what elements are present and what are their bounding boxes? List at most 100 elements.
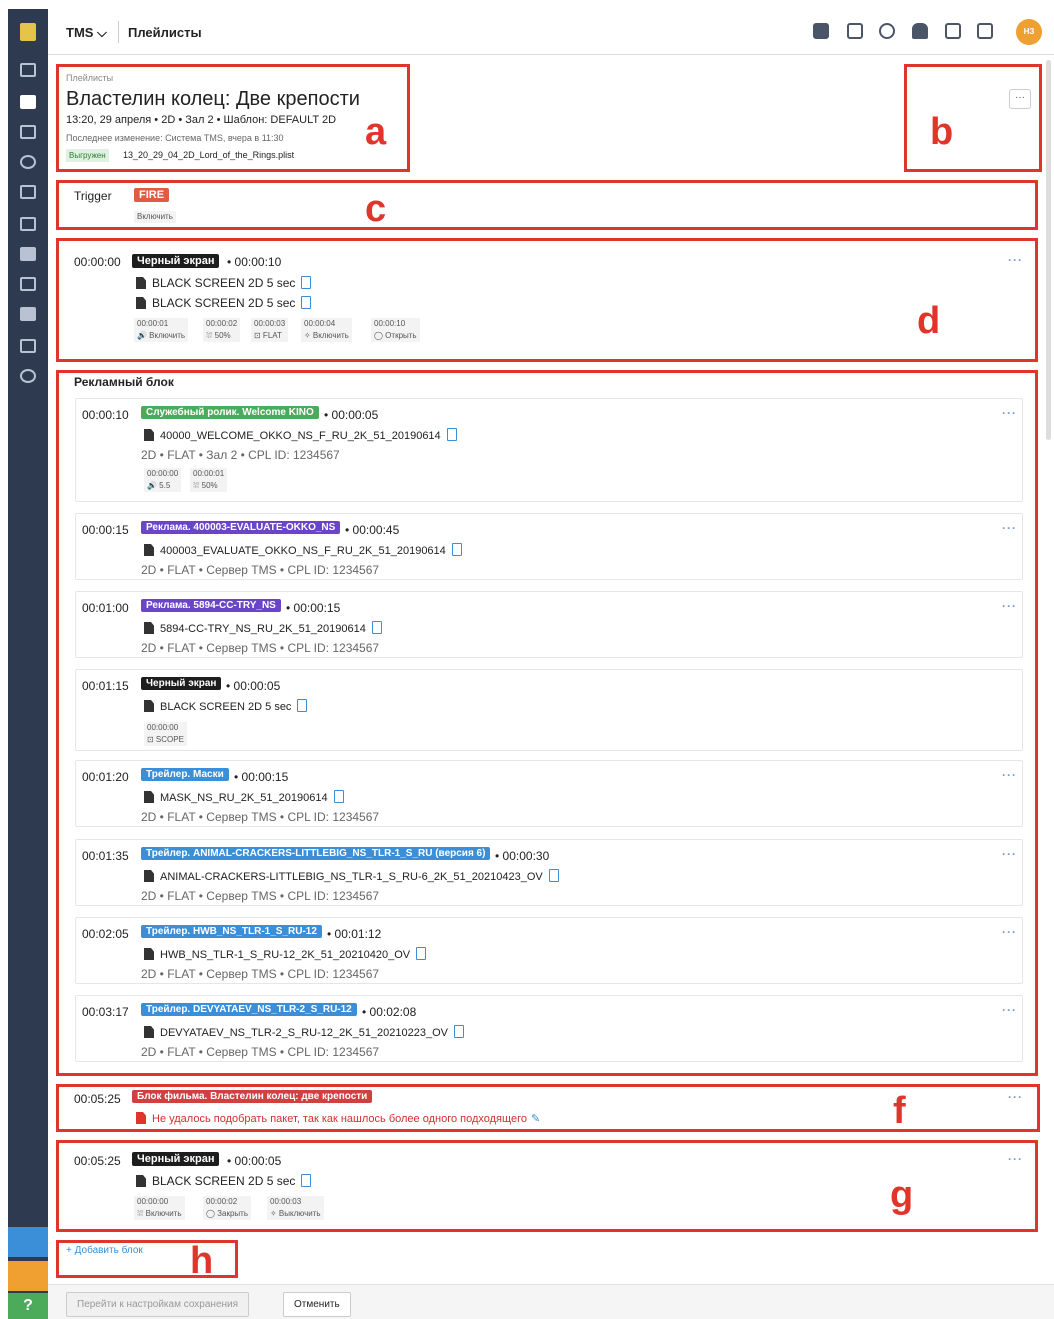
annotation-box-a — [56, 64, 410, 172]
trigger-action[interactable]: Включить — [134, 211, 176, 223]
rocket-icon[interactable] — [813, 23, 829, 39]
more-icon[interactable]: ··· — [1008, 1152, 1023, 1166]
error-text: Не удалось подобрать пакет, так как нашл… — [152, 1113, 527, 1125]
add-block-link[interactable]: + Добавить блок — [66, 1245, 143, 1256]
file-name: BLACK SCREEN 2D 5 sec — [152, 276, 296, 290]
cue-item[interactable]: 00:00:01 🔊 Включить — [134, 318, 189, 342]
tablet-icon[interactable] — [847, 23, 863, 39]
block-duration: • 00:00:05 — [227, 1154, 282, 1168]
avatar[interactable]: НЗ — [1016, 19, 1042, 45]
item-tag: Трейлер. HWB_NS_TLR-1_S_RU-12 — [141, 925, 322, 938]
bell-icon[interactable] — [912, 23, 928, 39]
playlist-icon[interactable] — [20, 95, 36, 109]
item-tag: Реклама. 5894-CC-TRY_NS — [141, 599, 281, 612]
more-icon[interactable]: ··· — [1002, 1003, 1017, 1017]
copy-icon[interactable] — [301, 296, 312, 309]
scrollbar[interactable] — [1046, 60, 1051, 440]
more-icon[interactable]: ··· — [1008, 1090, 1023, 1104]
more-icon[interactable]: ··· — [1002, 925, 1017, 939]
app-sidebar: ? — [8, 9, 48, 1319]
item-meta: 2D • FLAT • Сервер TMS • CPL ID: 1234567 — [141, 641, 380, 655]
block-duration: • 00:00:10 — [227, 255, 282, 269]
playlist-item-card[interactable]: 00:03:17 Трейлер. DEVYATAEV_NS_TLR-2_S_RU… — [75, 995, 1023, 1062]
save-settings-button[interactable]: Перейти к настройкам сохранения — [66, 1292, 250, 1317]
item-duration: • 00:00:30 — [495, 849, 550, 863]
playlist-item-card[interactable]: 00:01:20 Трейлер. Маски • 00:00:15 MASK_NS_… — [75, 760, 1023, 827]
copy-icon[interactable] — [301, 276, 312, 289]
more-icon[interactable]: ··· — [1002, 599, 1017, 613]
block-time: 00:00:00 — [74, 255, 121, 269]
annotation-box-b — [904, 64, 1042, 172]
file-icon — [144, 622, 154, 634]
bracket-icon[interactable] — [20, 339, 36, 353]
copy-icon[interactable] — [371, 621, 382, 634]
file-row: ANIMAL-CRACKERS-LITTLEBIG_NS_TLR-1_S_RU-… — [144, 869, 559, 883]
cue-item[interactable]: 00:00:00 ⊡ SCOPE — [144, 722, 187, 746]
item-meta: 2D • FLAT • Сервер TMS • CPL ID: 1234567 — [141, 889, 380, 903]
copy-icon[interactable] — [333, 790, 344, 803]
app-logo-icon[interactable] — [20, 23, 36, 41]
message-icon[interactable] — [977, 23, 993, 39]
copy-icon[interactable] — [416, 947, 427, 960]
cue-item[interactable]: 00:00:04 ✧ Включить — [301, 318, 352, 342]
file-icon — [144, 429, 154, 441]
annotation-letter-g: g — [890, 1174, 914, 1216]
cue-item[interactable]: 00:00:00 ⛆ Включить — [134, 1196, 185, 1220]
cue-item[interactable]: 00:00:02 ◯ Закрыть — [203, 1196, 251, 1220]
cancel-button[interactable]: Отменить — [283, 1292, 351, 1317]
item-meta: 2D • FLAT • Сервер TMS • CPL ID: 1234567 — [141, 563, 380, 577]
cue-item[interactable]: 00:00:01 ⛆ 50% — [190, 468, 228, 492]
copy-icon[interactable] — [297, 699, 308, 712]
film-icon[interactable] — [20, 277, 36, 291]
cue-item[interactable]: 00:00:00 🔊 5.5 — [144, 468, 182, 492]
monitor-icon[interactable] — [20, 63, 36, 77]
history-icon[interactable] — [879, 23, 895, 39]
help-icon[interactable]: ? — [8, 1293, 48, 1319]
playlist-item-card[interactable]: 00:01:00 Реклама. 5894-CC-TRY_NS • 00:00:1… — [75, 591, 1023, 658]
annotation-box-c — [56, 180, 1038, 230]
briefcase-icon[interactable] — [20, 247, 36, 261]
playlist-item-card[interactable]: 00:02:05 Трейлер. HWB_NS_TLR-1_S_RU-12 • 0… — [75, 917, 1023, 984]
more-icon[interactable]: ··· — [1002, 406, 1017, 420]
cue-item[interactable]: 00:00:03 ✧ Выключить — [267, 1196, 324, 1220]
playlist-item-card[interactable]: 00:01:15 Черный экран • 00:00:05 BLACK SCRE… — [75, 669, 1023, 751]
calendar-icon[interactable] — [945, 23, 961, 39]
block-tag: Черный экран — [132, 1152, 220, 1166]
chat-icon[interactable] — [8, 1227, 48, 1257]
film-block-time: 00:05:25 — [74, 1092, 121, 1106]
idea-icon[interactable] — [8, 1261, 48, 1291]
more-icon[interactable]: ··· — [1002, 521, 1017, 535]
more-icon[interactable]: ··· — [1008, 253, 1023, 267]
key-icon[interactable] — [20, 155, 36, 169]
forward-icon[interactable] — [20, 307, 36, 321]
file-row: 40000_WELCOME_OKKO_NS_F_RU_2K_51_2019061… — [144, 428, 457, 442]
copy-icon[interactable] — [451, 543, 462, 556]
cue-item[interactable]: 00:00:02 ⛆ 50% — [203, 318, 241, 342]
file-icon — [144, 544, 154, 556]
list-icon[interactable] — [20, 217, 36, 231]
more-icon[interactable]: ··· — [1002, 847, 1017, 861]
file-icon — [136, 277, 146, 289]
app-switcher[interactable]: TMS ⌵ — [66, 25, 107, 41]
pencil-icon[interactable]: ✎ — [531, 1113, 540, 1125]
playlist-item-card[interactable]: 00:00:15 Реклама. 400003-EVALUATE-OKKO_NS… — [75, 513, 1023, 580]
more-icon[interactable]: ··· — [1002, 768, 1017, 782]
copy-icon[interactable] — [301, 1174, 312, 1187]
film-block-tag: Блок фильма. Властелин колец: две крепос… — [132, 1090, 373, 1103]
file-icon — [144, 1026, 154, 1038]
cue-item[interactable]: 00:00:10 ◯ Открыть — [371, 318, 420, 342]
copy-icon[interactable] — [548, 869, 559, 882]
cue-item[interactable]: 00:00:03 ⊡ FLAT — [251, 318, 289, 342]
file-name: ANIMAL-CRACKERS-LITTLEBIG_NS_TLR-1_S_RU-… — [160, 871, 543, 883]
calendar-icon[interactable] — [20, 185, 36, 199]
playlist-item-card[interactable]: 00:00:10 Служебный ролик. Welcome KINO • 0… — [75, 398, 1023, 502]
screen-icon[interactable] — [20, 125, 36, 139]
file-row: 5894-CC-TRY_NS_RU_2K_51_20190614 — [144, 621, 382, 635]
gear-icon[interactable] — [20, 369, 36, 383]
playlist-item-card[interactable]: 00:01:35 Трейлер. ANIMAL-CRACKERS-LITTLEB… — [75, 839, 1023, 906]
block-time: 00:05:25 — [74, 1154, 121, 1168]
copy-icon[interactable] — [454, 1025, 465, 1038]
copy-icon[interactable] — [446, 428, 457, 441]
item-tag: Трейлер. ANIMAL-CRACKERS-LITTLEBIG_NS_TL… — [141, 847, 491, 860]
item-meta: 2D • FLAT • Сервер TMS • CPL ID: 1234567 — [141, 810, 380, 824]
